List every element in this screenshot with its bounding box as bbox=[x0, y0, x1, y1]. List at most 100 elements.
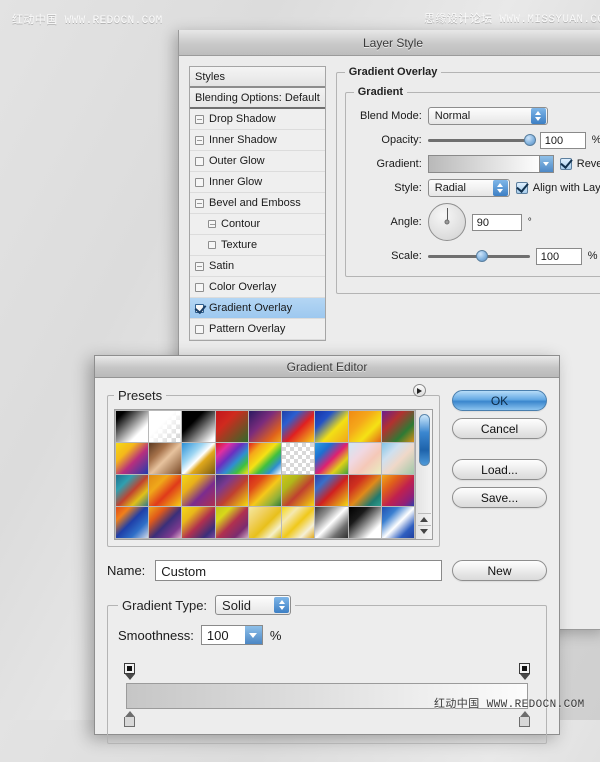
blend-mode-select[interactable]: Normal bbox=[428, 107, 548, 125]
preset-swatch[interactable] bbox=[216, 411, 248, 442]
preset-swatch[interactable] bbox=[282, 411, 314, 442]
preset-swatch[interactable] bbox=[149, 507, 181, 538]
chevron-updown-icon[interactable] bbox=[274, 597, 289, 613]
chevron-down-icon[interactable] bbox=[540, 155, 554, 173]
presets-menu-button[interactable] bbox=[413, 384, 426, 397]
sidebar-item-satin[interactable]: Satin bbox=[190, 256, 325, 277]
preset-swatch[interactable] bbox=[216, 475, 248, 506]
chevron-updown-icon[interactable] bbox=[493, 180, 508, 196]
preset-swatch[interactable] bbox=[182, 443, 214, 474]
preset-swatch[interactable] bbox=[382, 507, 414, 538]
sidebar-item-inner-glow[interactable]: Inner Glow bbox=[190, 172, 325, 193]
preset-swatch[interactable] bbox=[149, 475, 181, 506]
opacity-input[interactable]: 100 bbox=[540, 132, 586, 149]
opacity-slider[interactable] bbox=[428, 132, 534, 148]
gradient-editor-title-bar[interactable]: Gradient Editor bbox=[95, 356, 559, 378]
preset-swatch[interactable] bbox=[282, 443, 314, 474]
presets-scrollbar[interactable] bbox=[415, 410, 432, 539]
preset-swatch[interactable] bbox=[315, 507, 347, 538]
new-button[interactable]: New bbox=[452, 560, 547, 581]
checkbox-icon-gradient-overlay[interactable] bbox=[195, 304, 204, 313]
scrollbar-thumb[interactable] bbox=[419, 414, 430, 466]
color-stop[interactable] bbox=[124, 711, 135, 729]
sidebar-item-contour[interactable]: Contour bbox=[190, 214, 325, 235]
sidebar-item-bevel-and-emboss[interactable]: Bevel and Emboss bbox=[190, 193, 325, 214]
check-icon-reverse[interactable] bbox=[560, 158, 572, 170]
gradient-type-select[interactable]: Solid bbox=[215, 595, 291, 615]
preset-swatch[interactable] bbox=[315, 411, 347, 442]
preset-swatch[interactable] bbox=[182, 475, 214, 506]
checkbox-icon-drop-shadow[interactable] bbox=[195, 115, 204, 124]
preset-swatch[interactable] bbox=[282, 475, 314, 506]
checkbox-icon-bevel-and-emboss[interactable] bbox=[195, 199, 204, 208]
checkbox-icon-outer-glow[interactable] bbox=[195, 157, 204, 166]
preset-swatch[interactable] bbox=[249, 443, 281, 474]
sidebar-item-texture[interactable]: Texture bbox=[190, 235, 325, 256]
presets-swatch-grid[interactable] bbox=[115, 410, 415, 539]
opacity-stop[interactable] bbox=[124, 663, 135, 681]
sidebar-item-pattern-overlay[interactable]: Pattern Overlay bbox=[190, 319, 325, 340]
scroll-up-button[interactable] bbox=[418, 513, 431, 525]
preset-swatch[interactable] bbox=[149, 443, 181, 474]
angle-dial[interactable] bbox=[428, 203, 466, 241]
styles-list-header[interactable]: Styles bbox=[190, 67, 325, 88]
ok-button[interactable]: OK bbox=[452, 390, 547, 411]
preset-swatch[interactable] bbox=[116, 475, 148, 506]
sidebar-item-color-overlay[interactable]: Color Overlay bbox=[190, 277, 325, 298]
preset-swatch[interactable] bbox=[382, 443, 414, 474]
preset-swatch[interactable] bbox=[349, 507, 381, 538]
preset-swatch[interactable] bbox=[216, 443, 248, 474]
save-button[interactable]: Save... bbox=[452, 487, 547, 508]
sidebar-item-gradient-overlay[interactable]: Gradient Overlay bbox=[190, 298, 325, 319]
sidebar-item-blending-options[interactable]: Blending Options: Default bbox=[190, 88, 325, 109]
preset-swatch[interactable] bbox=[382, 475, 414, 506]
preset-swatch[interactable] bbox=[349, 443, 381, 474]
checkbox-icon-inner-shadow[interactable] bbox=[195, 136, 204, 145]
load-button[interactable]: Load... bbox=[452, 459, 547, 480]
smoothness-select[interactable]: 100 bbox=[201, 625, 263, 645]
preset-swatch[interactable] bbox=[349, 475, 381, 506]
opacity-stop[interactable] bbox=[519, 663, 530, 681]
preset-swatch[interactable] bbox=[282, 507, 314, 538]
gradient-picker[interactable] bbox=[428, 155, 554, 173]
reverse-checkbox-row[interactable]: Reverse bbox=[560, 158, 600, 170]
gradient-preview[interactable] bbox=[428, 155, 540, 173]
layer-style-title-bar[interactable]: Layer Style bbox=[179, 30, 600, 56]
preset-swatch[interactable] bbox=[216, 507, 248, 538]
sidebar-item-drop-shadow[interactable]: Drop Shadow bbox=[190, 109, 325, 130]
gradient-bar[interactable] bbox=[126, 683, 528, 709]
preset-swatch[interactable] bbox=[315, 475, 347, 506]
preset-swatch[interactable] bbox=[182, 507, 214, 538]
preset-swatch[interactable] bbox=[116, 411, 148, 442]
preset-swatch[interactable] bbox=[116, 443, 148, 474]
slider-knob[interactable] bbox=[476, 250, 488, 262]
checkbox-icon-contour[interactable] bbox=[208, 220, 216, 228]
preset-swatch[interactable] bbox=[249, 475, 281, 506]
checkbox-icon-satin[interactable] bbox=[195, 262, 204, 271]
preset-swatch[interactable] bbox=[182, 411, 214, 442]
checkbox-icon-pattern-overlay[interactable] bbox=[195, 325, 204, 334]
chevron-updown-icon[interactable] bbox=[531, 108, 546, 124]
color-stop[interactable] bbox=[519, 711, 530, 729]
preset-swatch[interactable] bbox=[249, 507, 281, 538]
sidebar-item-inner-shadow[interactable]: Inner Shadow bbox=[190, 130, 325, 151]
check-icon-align-with-layer[interactable] bbox=[516, 182, 528, 194]
slider-knob[interactable] bbox=[524, 134, 536, 146]
scroll-down-button[interactable] bbox=[418, 525, 431, 537]
scale-input[interactable]: 100 bbox=[536, 248, 582, 265]
align-with-layer-row[interactable]: Align with Layer bbox=[516, 182, 600, 194]
cancel-button[interactable]: Cancel bbox=[452, 418, 547, 439]
preset-swatch[interactable] bbox=[382, 411, 414, 442]
style-select[interactable]: Radial bbox=[428, 179, 510, 197]
chevron-down-icon[interactable] bbox=[245, 626, 262, 644]
preset-swatch[interactable] bbox=[249, 411, 281, 442]
angle-input[interactable]: 90 bbox=[472, 214, 522, 231]
checkbox-icon-inner-glow[interactable] bbox=[195, 178, 204, 187]
name-input[interactable]: Custom bbox=[155, 560, 442, 581]
sidebar-item-outer-glow[interactable]: Outer Glow bbox=[190, 151, 325, 172]
scale-slider[interactable] bbox=[428, 248, 530, 264]
preset-swatch[interactable] bbox=[315, 443, 347, 474]
checkbox-icon-texture[interactable] bbox=[208, 241, 216, 249]
preset-swatch[interactable] bbox=[149, 411, 181, 442]
preset-swatch[interactable] bbox=[116, 507, 148, 538]
